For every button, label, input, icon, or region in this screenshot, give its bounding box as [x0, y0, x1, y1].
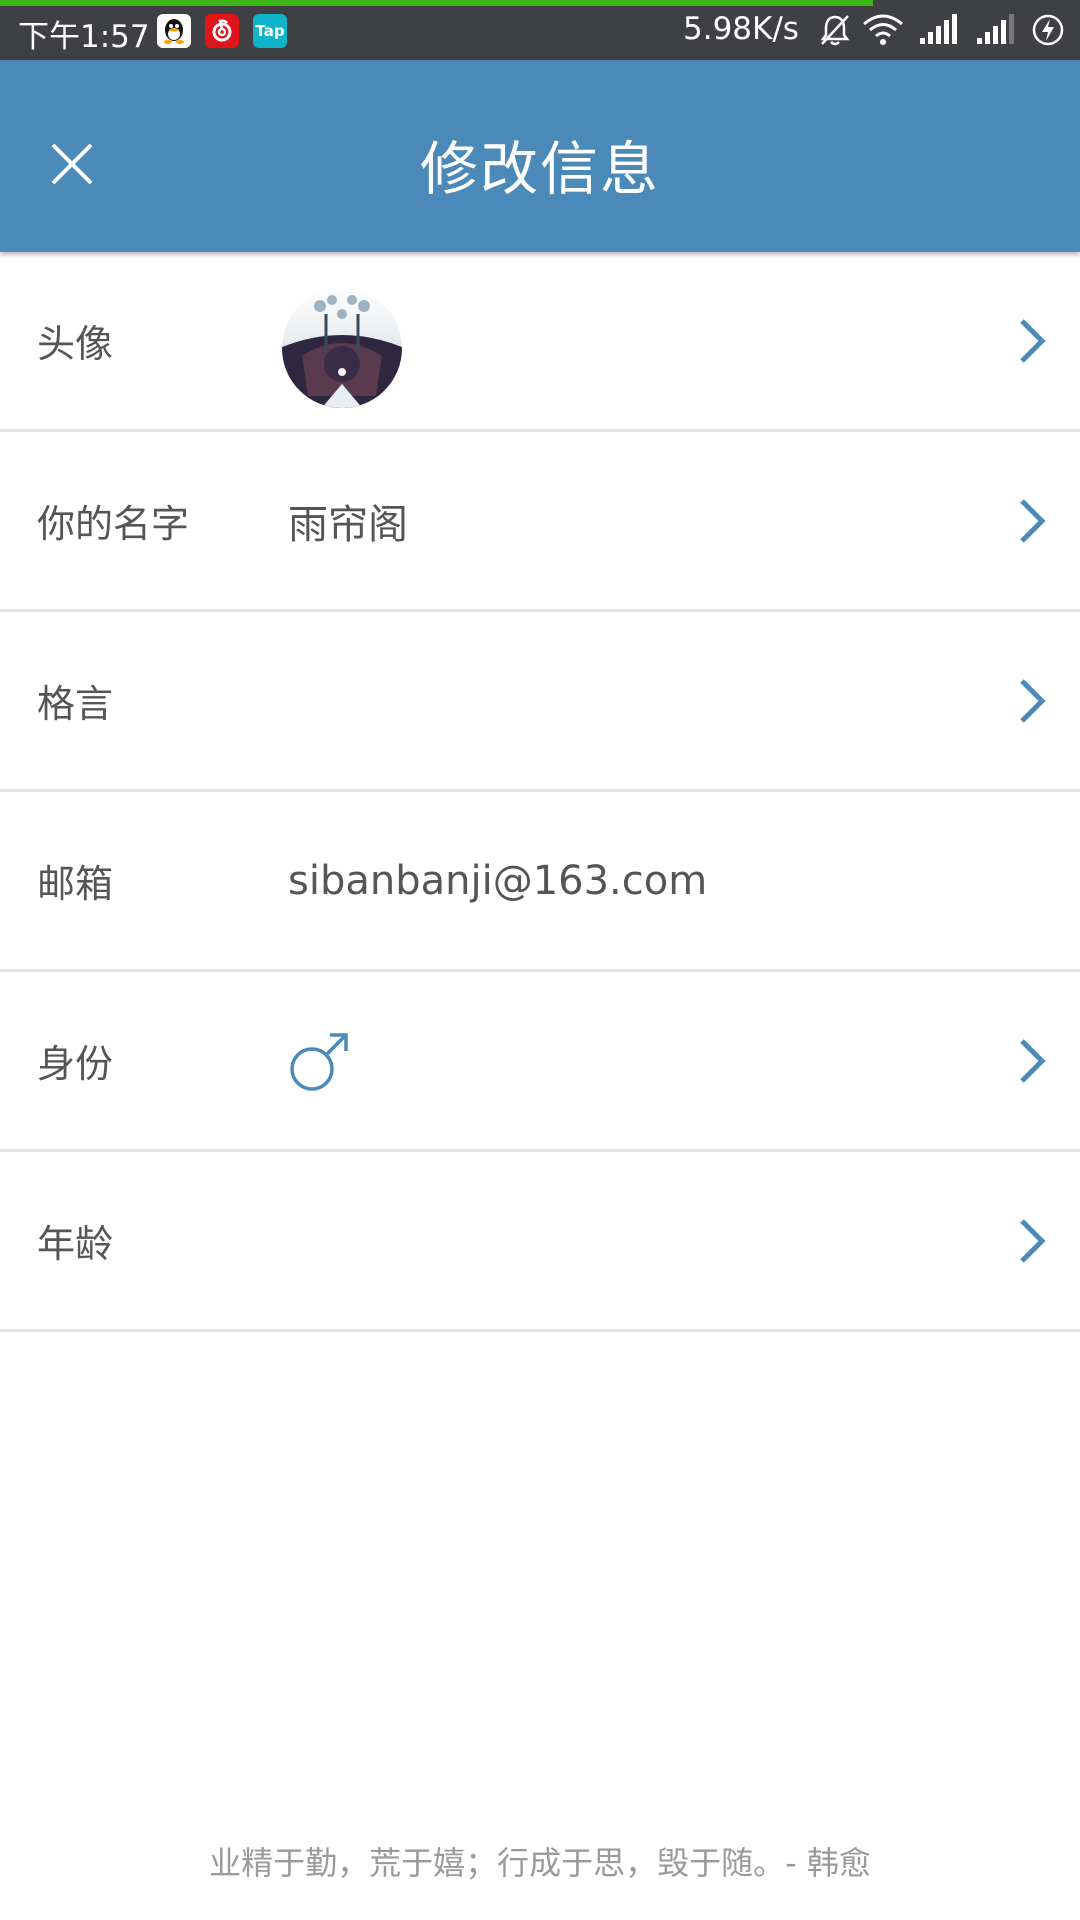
netease-music-icon [205, 14, 239, 48]
name-row[interactable]: 你的名字 雨帘阁 [0, 432, 1080, 612]
app-bar: 修改信息 [0, 60, 1080, 252]
identity-row[interactable]: 身份 [0, 972, 1080, 1152]
motto-row[interactable]: 格言 [0, 612, 1080, 792]
signal-icon [977, 14, 1014, 44]
chevron-right-icon [1018, 432, 1046, 609]
charging-battery-icon [1032, 14, 1064, 46]
row-label: 你的名字 [37, 502, 190, 546]
age-row[interactable]: 年龄 [0, 1152, 1080, 1332]
chevron-right-icon [1018, 972, 1046, 1149]
page-title: 修改信息 [419, 135, 660, 203]
signal-icon [920, 14, 957, 44]
profile-form: 头像 你的名字 雨帘阁 格言 邮箱 sibanbanji@163.com 身份 … [0, 252, 1080, 1332]
taptap-icon: Tap [253, 14, 287, 48]
name-value: 雨帘阁 [288, 501, 408, 548]
page-load-progress [0, 0, 873, 6]
email-row: 邮箱 sibanbanji@163.com [0, 792, 1080, 972]
avatar [282, 288, 402, 408]
network-speed: 5.98K/s [683, 11, 799, 47]
chevron-right-icon [1018, 612, 1046, 789]
row-label: 身份 [37, 1042, 114, 1086]
identity-value [288, 972, 352, 1149]
row-label: 格言 [37, 682, 114, 726]
wifi-icon [863, 14, 903, 45]
avatar-row[interactable]: 头像 [0, 252, 1080, 432]
email-value: sibanbanji@163.com [288, 857, 708, 904]
qq-icon [157, 14, 191, 48]
row-label: 头像 [37, 322, 114, 366]
footer-quote: 业精于勤，荒于嬉；行成于思，毁于随。- 韩愈 [209, 1844, 871, 1882]
male-symbol-icon [290, 1032, 348, 1091]
row-label: 邮箱 [37, 862, 114, 906]
status-bar: 下午1:57 Tap 5.98K/s [0, 0, 1080, 60]
chevron-right-icon [1018, 1152, 1046, 1329]
status-time: 下午1:57 [18, 19, 150, 55]
row-label: 年龄 [37, 1222, 114, 1266]
chevron-right-icon [1018, 252, 1046, 429]
mute-bell-icon [820, 15, 850, 46]
taptap-label: Tap [255, 22, 285, 40]
